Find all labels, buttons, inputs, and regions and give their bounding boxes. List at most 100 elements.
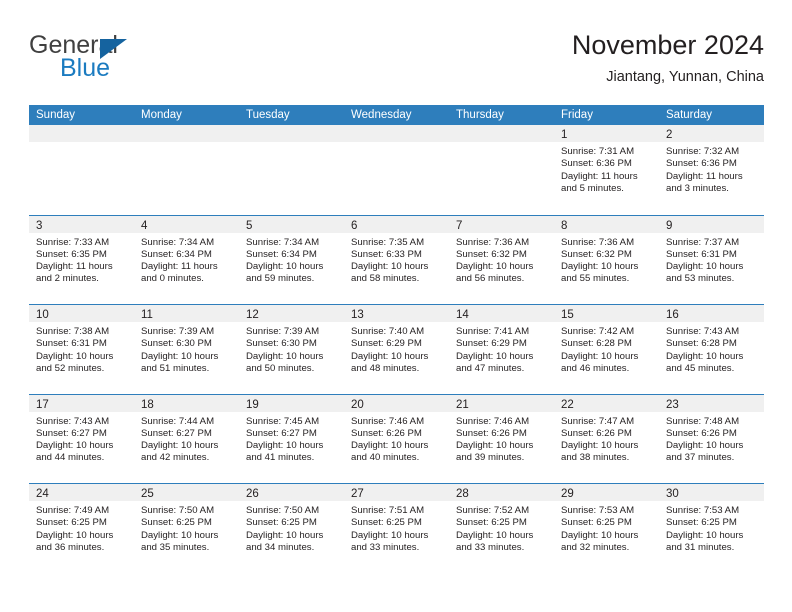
day-details: Sunrise: 7:42 AM Sunset: 6:28 PM Daylight:… [554,322,659,375]
daylight-text-line2: and 47 minutes. [456,362,525,374]
day-number: 2 [666,129,673,141]
daylight-text-line1: Daylight: 10 hours [351,440,429,452]
calendar-page: General Blue November 2024 Jiantang, Yun… [0,0,792,612]
day-number: 21 [456,398,469,411]
daylight-text-line1: Daylight: 10 hours [561,350,639,362]
day-details: Sunrise: 7:50 AM Sunset: 6:25 PM Daylight:… [134,501,239,554]
sunrise-text: Sunrise: 7:46 AM [456,415,530,427]
day-cell-4[interactable]: 4 Sunrise: 7:34 AM Sunset: 6:34 PM Daylight… [134,215,239,304]
day-cell-13[interactable]: 13 Sunrise: 7:40 AM Sunset: 6:29 PM Dayligh… [344,305,449,394]
day-number: 10 [36,309,49,321]
day-cell-18[interactable]: 18 Sunrise: 7:44 AM Sunset: 6:27 PM Dayligh… [134,394,239,483]
day-number: 30 [666,488,679,500]
day-cell-28[interactable]: 28 Sunrise: 7:52 AM Sunset: 6:25 PM Dayligh… [449,484,554,573]
day-number-band: 26 [239,484,344,501]
day-cell-16[interactable]: 16 Sunrise: 7:43 AM Sunset: 6:28 PM Dayligh… [659,305,764,394]
day-cell-21[interactable]: 21 Sunrise: 7:46 AM Sunset: 6:26 PM Dayligh… [449,394,554,483]
calendar-week-row: 10 Sunrise: 7:38 AM Sunset: 6:31 PM Dayligh… [29,304,764,394]
daylight-text-line1: Daylight: 10 hours [246,261,324,273]
day-cell-8[interactable]: 8 Sunrise: 7:36 AM Sunset: 6:32 PM Daylight… [554,215,659,304]
day-cell-19[interactable]: 19 Sunrise: 7:45 AM Sunset: 6:27 PM Dayligh… [239,394,344,483]
general-blue-logo[interactable]: General Blue [29,30,259,88]
sunrise-text: Sunrise: 7:41 AM [456,326,530,337]
day-cell-empty [134,125,239,215]
day-cell-5[interactable]: 5 Sunrise: 7:34 AM Sunset: 6:34 PM Daylight… [239,215,344,304]
sunset-text: Sunset: 6:33 PM [351,248,422,260]
day-cell-27[interactable]: 27 Sunrise: 7:51 AM Sunset: 6:25 PM Dayligh… [344,484,449,573]
day-details: Sunrise: 7:33 AM Sunset: 6:35 PM Daylight:… [29,233,134,286]
day-cell-14[interactable]: 14 Sunrise: 7:41 AM Sunset: 6:29 PM Dayligh… [449,305,554,394]
day-cell-23[interactable]: 23 Sunrise: 7:48 AM Sunset: 6:26 PM Dayligh… [659,394,764,483]
day-number: 29 [561,488,574,500]
day-cell-11[interactable]: 11 Sunrise: 7:39 AM Sunset: 6:30 PM Dayligh… [134,305,239,394]
sunrise-text: Sunrise: 7:45 AM [246,415,320,427]
day-number-band: 13 [344,305,449,322]
sunrise-text: Sunrise: 7:52 AM [456,505,530,516]
day-cell-empty [29,125,134,215]
sunrise-text: Sunrise: 7:43 AM [666,326,740,337]
weekday-header-tuesday: Tuesday [246,109,290,121]
day-cell-12[interactable]: 12 Sunrise: 7:39 AM Sunset: 6:30 PM Dayligh… [239,305,344,394]
day-cell-9[interactable]: 9 Sunrise: 7:37 AM Sunset: 6:31 PM Daylight… [659,215,764,304]
daylight-text-line1: Daylight: 10 hours [666,529,744,541]
day-number: 1 [561,129,568,141]
daylight-text-line1: Daylight: 10 hours [351,350,429,362]
day-number-band: 10 [29,305,134,322]
day-number-band: 7 [449,215,554,233]
day-cell-30[interactable]: 30 Sunrise: 7:53 AM Sunset: 6:25 PM Dayligh… [659,484,764,573]
day-number-band: 28 [449,484,554,501]
sunrise-text: Sunrise: 7:47 AM [561,415,635,427]
day-number: 23 [666,398,679,411]
daylight-text-line2: and 53 minutes. [666,273,735,285]
daylight-text-line2: and 59 minutes. [246,273,315,285]
page-subtitle-location: Jiantang, Yunnan, China [606,69,764,85]
daylight-text-line2: and 58 minutes. [351,273,420,285]
sunrise-text: Sunrise: 7:33 AM [36,236,110,248]
daylight-text-line1: Daylight: 10 hours [36,440,114,452]
day-number: 16 [666,309,679,321]
sunset-text: Sunset: 6:27 PM [246,427,317,439]
sunset-text: Sunset: 6:30 PM [141,338,212,350]
daylight-text-line1: Daylight: 10 hours [246,350,324,362]
day-cell-7[interactable]: 7 Sunrise: 7:36 AM Sunset: 6:32 PM Daylight… [449,215,554,304]
day-cell-1[interactable]: 1 Sunrise: 7:31 AM Sunset: 6:36 PM Daylight… [554,125,659,215]
daylight-text-line1: Daylight: 11 hours [666,170,743,182]
daylight-text-line2: and 36 minutes. [36,541,105,553]
day-details: Sunrise: 7:41 AM Sunset: 6:29 PM Daylight:… [449,322,554,375]
day-number-band: 20 [344,394,449,412]
day-cell-6[interactable]: 6 Sunrise: 7:35 AM Sunset: 6:33 PM Daylight… [344,215,449,304]
day-cell-17[interactable]: 17 Sunrise: 7:43 AM Sunset: 6:27 PM Dayligh… [29,394,134,483]
day-cell-20[interactable]: 20 Sunrise: 7:46 AM Sunset: 6:26 PM Dayligh… [344,394,449,483]
day-number: 15 [561,309,574,321]
logo-text-blue: Blue [60,54,111,82]
day-number-band: 2 [659,125,764,142]
daylight-text-line1: Daylight: 10 hours [666,440,744,452]
sunset-text: Sunset: 6:25 PM [351,517,422,529]
calendar-grid: Sunday Monday Tuesday Wednesday Thursday Frid… [29,105,764,573]
day-number-band: 14 [449,305,554,322]
day-cell-22[interactable]: 22 Sunrise: 7:47 AM Sunset: 6:26 PM Dayligh… [554,394,659,483]
sunrise-text: Sunrise: 7:43 AM [36,415,110,427]
sunset-text: Sunset: 6:29 PM [456,338,527,350]
daylight-text-line2: and 44 minutes. [36,452,105,464]
day-cell-25[interactable]: 25 Sunrise: 7:50 AM Sunset: 6:25 PM Dayligh… [134,484,239,573]
sunrise-text: Sunrise: 7:50 AM [141,505,215,516]
daylight-text-line2: and 37 minutes. [666,452,735,464]
day-cell-10[interactable]: 10 Sunrise: 7:38 AM Sunset: 6:31 PM Dayligh… [29,305,134,394]
day-cell-15[interactable]: 15 Sunrise: 7:42 AM Sunset: 6:28 PM Dayligh… [554,305,659,394]
day-cell-26[interactable]: 26 Sunrise: 7:50 AM Sunset: 6:25 PM Dayligh… [239,484,344,573]
daylight-text-line1: Daylight: 10 hours [666,261,744,273]
daylight-text-line1: Daylight: 10 hours [141,529,219,541]
weekday-header-sunday: Sunday [36,109,76,121]
daylight-text-line1: Daylight: 11 hours [561,170,638,182]
daylight-text-line2: and 3 minutes. [666,182,729,194]
day-cell-2[interactable]: 2 Sunrise: 7:32 AM Sunset: 6:36 PM Daylight… [659,125,764,215]
day-number: 24 [36,488,49,500]
day-cell-24[interactable]: 24 Sunrise: 7:49 AM Sunset: 6:25 PM Dayligh… [29,484,134,573]
day-number-band [239,125,344,142]
day-number-band: 1 [554,125,659,142]
page-header: General Blue November 2024 Jiantang, Yun… [29,28,764,98]
day-cell-3[interactable]: 3 Sunrise: 7:33 AM Sunset: 6:35 PM Daylight… [29,215,134,304]
daylight-text-line1: Daylight: 10 hours [36,350,114,362]
day-cell-29[interactable]: 29 Sunrise: 7:53 AM Sunset: 6:25 PM Dayligh… [554,484,659,573]
